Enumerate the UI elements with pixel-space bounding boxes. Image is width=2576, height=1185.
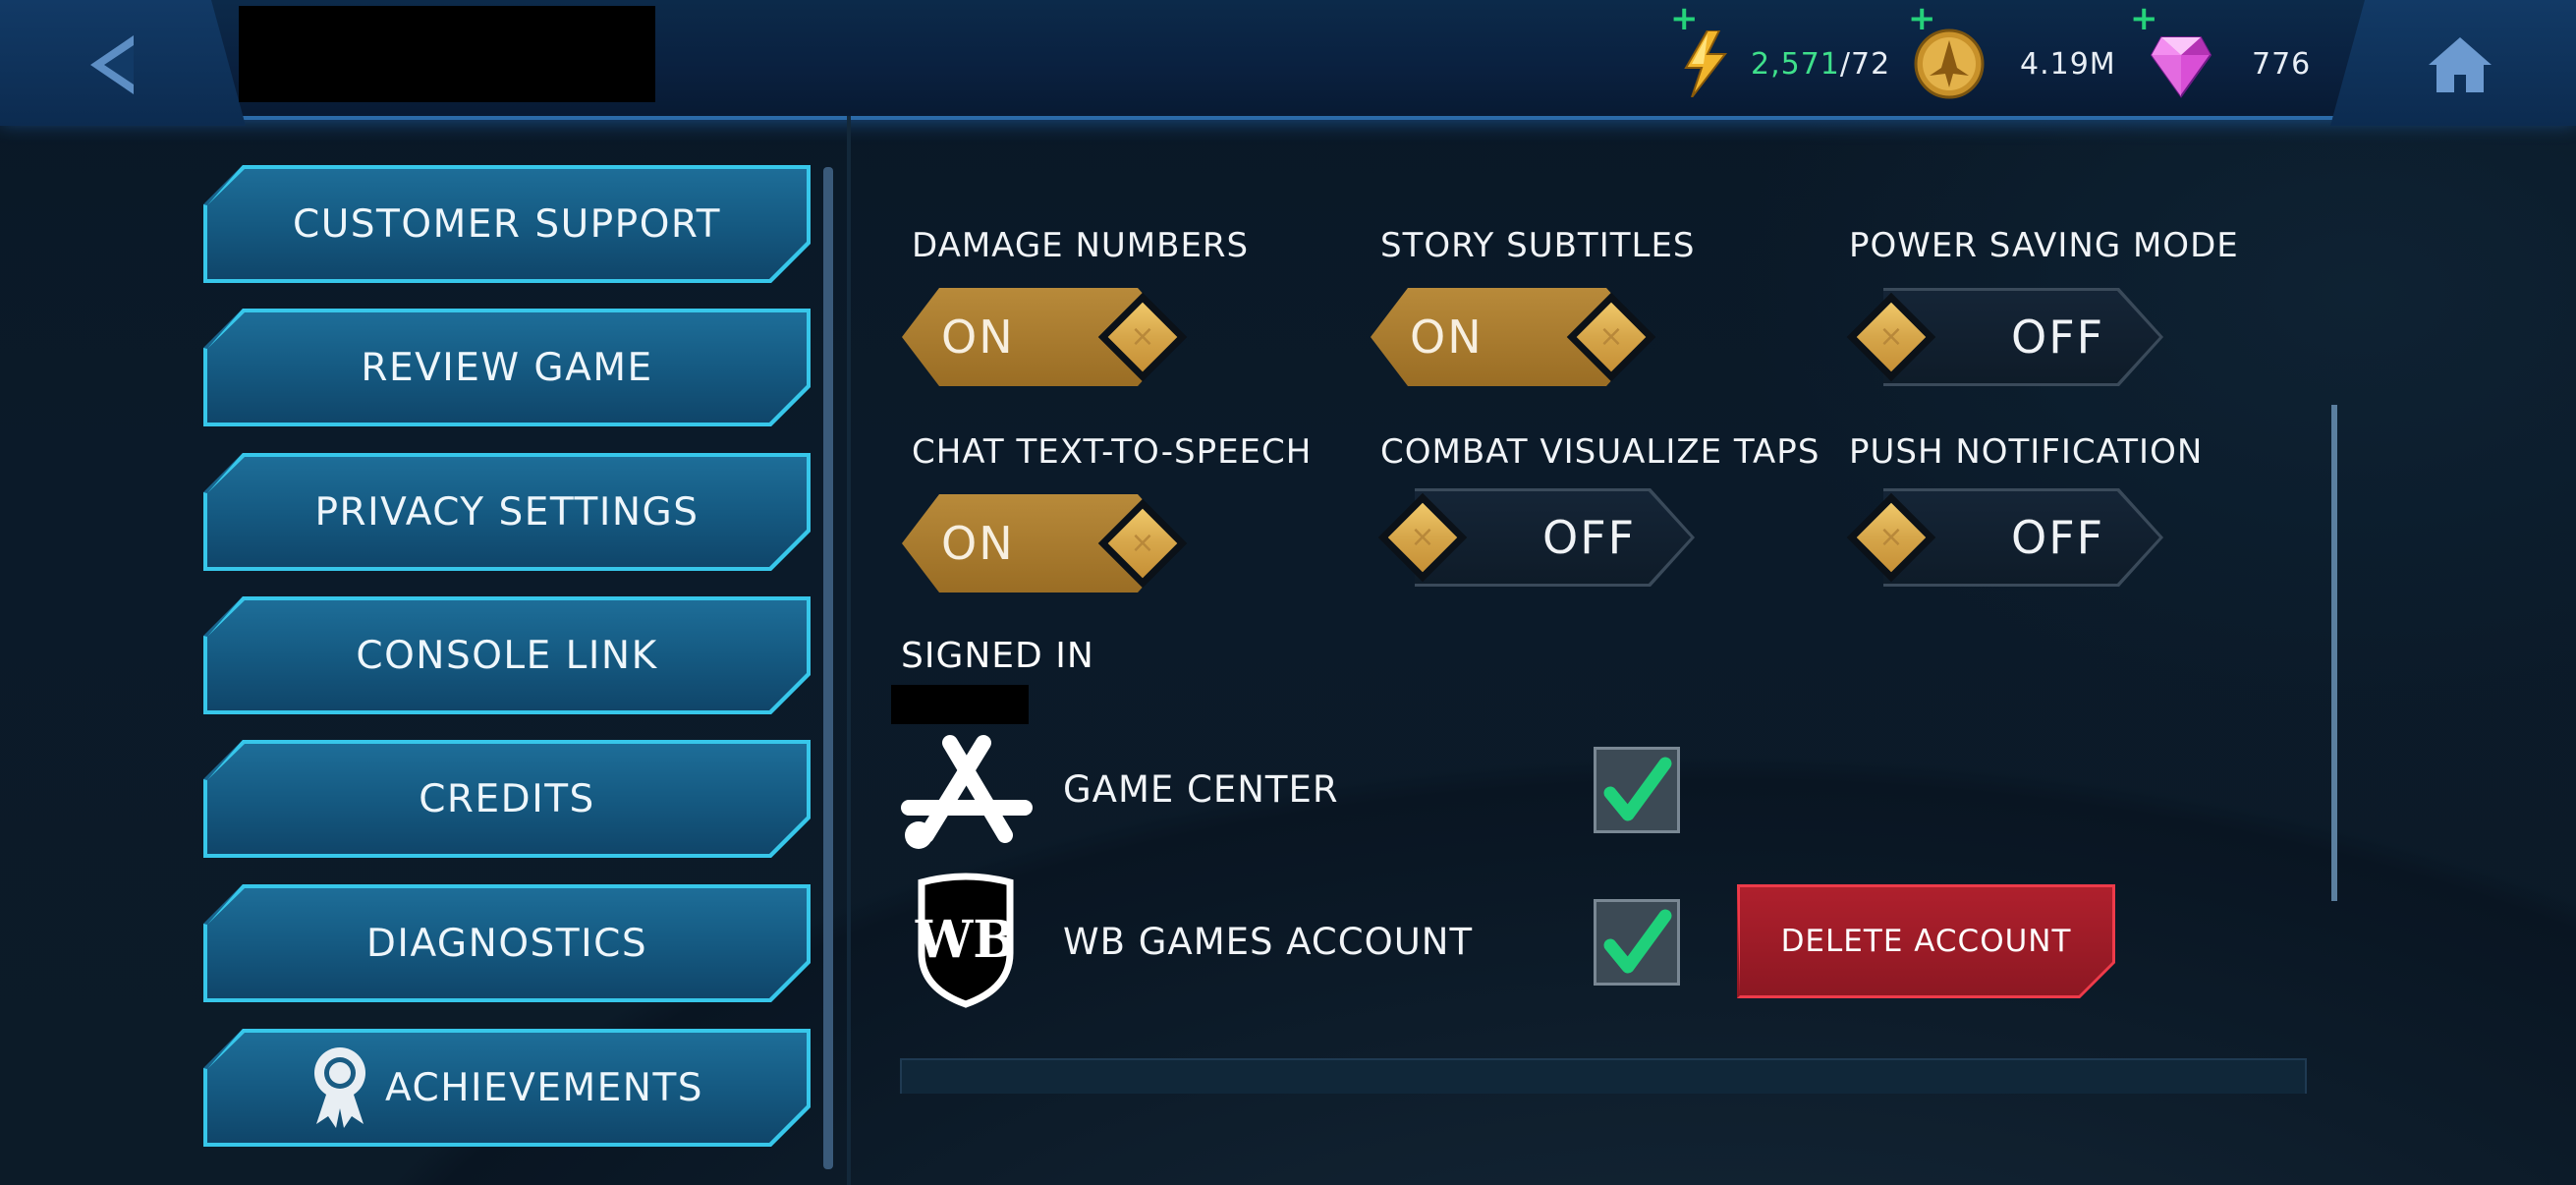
chat-text-to-speech-label: CHAT TEXT-TO-SPEECH	[912, 432, 1313, 472]
gems-value: 776	[2252, 46, 2312, 82]
lightning-icon	[1684, 30, 1728, 97]
panel-divider	[847, 116, 851, 1185]
toggle-x-icon: ×	[1878, 520, 1904, 554]
gems-plus-icon[interactable]: +	[2130, 2, 2158, 35]
push-notification-toggle[interactable]: OFF ×	[1839, 488, 2163, 587]
energy-counter[interactable]: + 2,571/72	[1670, 2, 1890, 98]
delete-account-button[interactable]: DELETE ACCOUNT	[1737, 884, 2115, 998]
home-icon[interactable]	[2427, 35, 2493, 94]
toggle-knob: ×	[1097, 292, 1188, 382]
back-arrow-icon	[90, 35, 134, 94]
credits-label: CREDITS	[419, 776, 595, 821]
toggle-knob: ×	[1097, 498, 1188, 589]
combat-visualize-taps-toggle[interactable]: OFF ×	[1371, 488, 1695, 587]
settings-scrollbar[interactable]	[2331, 405, 2337, 901]
energy-current: 2,571	[1751, 46, 1840, 82]
redacted-player-name	[239, 6, 655, 102]
toggle-x-icon: ×	[1130, 526, 1155, 560]
achievements-row: ACHIEVEMENTS	[310, 1045, 703, 1130]
combat-visualize-taps-label: COMBAT VISUALIZE TAPS	[1380, 432, 1820, 472]
toggle-x-icon: ×	[1130, 319, 1155, 354]
console-link-label: CONSOLE LINK	[356, 633, 658, 678]
toggle-state: ON	[941, 517, 1015, 570]
gold-coin-icon	[1914, 28, 1985, 99]
story-subtitles-label: STORY SUBTITLES	[1380, 226, 1696, 265]
gems-counter[interactable]: + 776	[2130, 2, 2312, 98]
review-game-button[interactable]: REVIEW GAME	[203, 309, 811, 426]
energy-plus-icon[interactable]: +	[1670, 2, 1699, 35]
console-link-button[interactable]: CONSOLE LINK	[203, 596, 811, 714]
damage-numbers-label: DAMAGE NUMBERS	[912, 226, 1250, 265]
wb-games-account-label: WB GAMES ACCOUNT	[1063, 921, 1474, 963]
wb-games-account-checkbox[interactable]	[1594, 899, 1680, 986]
diagnostics-button[interactable]: DIAGNOSTICS	[203, 884, 811, 1002]
menu-scrollbar[interactable]	[823, 167, 833, 1169]
toggle-state: OFF	[2011, 310, 2105, 364]
achievements-label: ACHIEVEMENTS	[384, 1065, 704, 1110]
checkmark-icon	[1603, 909, 1672, 974]
signed-in-heading: SIGNED IN	[901, 636, 1094, 676]
toggle-knob: ×	[1566, 292, 1656, 382]
toggle-x-icon: ×	[1598, 319, 1624, 354]
damage-numbers-toggle[interactable]: ON ×	[902, 288, 1216, 386]
achievement-badge-icon	[313, 1047, 365, 1128]
game-center-label: GAME CENTER	[1063, 768, 1339, 811]
power-saving-mode-toggle[interactable]: OFF ×	[1839, 288, 2163, 386]
review-game-label: REVIEW GAME	[361, 345, 653, 390]
achievements-button[interactable]: ACHIEVEMENTS	[203, 1029, 811, 1147]
customer-support-button[interactable]: CUSTOMER SUPPORT	[203, 165, 811, 283]
panel-bottom-bar	[900, 1058, 2307, 1094]
energy-value: 2,571/72	[1751, 47, 1890, 82]
story-subtitles-toggle[interactable]: ON ×	[1371, 288, 1685, 386]
toggle-state: ON	[941, 310, 1015, 364]
credits-button[interactable]: CREDITS	[203, 740, 811, 858]
customer-support-label: CUSTOMER SUPPORT	[293, 201, 721, 247]
game-center-icon	[901, 735, 1033, 849]
toggle-knob: ×	[1377, 492, 1468, 583]
gold-plus-icon[interactable]: +	[1908, 2, 1936, 35]
delete-account-label: DELETE ACCOUNT	[1780, 924, 2072, 959]
power-saving-mode-label: POWER SAVING MODE	[1849, 226, 2239, 265]
push-notification-label: PUSH NOTIFICATION	[1849, 432, 2204, 472]
toggle-x-icon: ×	[1410, 520, 1435, 554]
checkmark-icon	[1603, 757, 1672, 821]
toggle-state: OFF	[1542, 511, 1637, 564]
wb-shield-icon: WB	[915, 873, 1016, 1008]
redacted-account-id	[891, 685, 1029, 724]
privacy-settings-button[interactable]: PRIVACY SETTINGS	[203, 453, 811, 571]
gem-icon	[2150, 36, 2212, 98]
toggle-state: ON	[1410, 310, 1484, 364]
toggle-knob: ×	[1846, 492, 1936, 583]
privacy-settings-label: PRIVACY SETTINGS	[314, 489, 700, 535]
gold-counter[interactable]: + 4.19M	[1908, 2, 2116, 99]
toggle-state: OFF	[2011, 511, 2105, 564]
back-button[interactable]	[0, 0, 246, 126]
energy-max: /72	[1839, 46, 1891, 82]
diagnostics-label: DIAGNOSTICS	[365, 921, 648, 966]
wb-logo-letters: WB	[915, 910, 1016, 970]
game-center-checkbox[interactable]	[1594, 747, 1680, 833]
gold-value: 4.19M	[2020, 46, 2116, 82]
chat-text-to-speech-toggle[interactable]: ON ×	[902, 494, 1216, 592]
toggle-knob: ×	[1846, 292, 1936, 382]
toggle-x-icon: ×	[1878, 319, 1904, 354]
